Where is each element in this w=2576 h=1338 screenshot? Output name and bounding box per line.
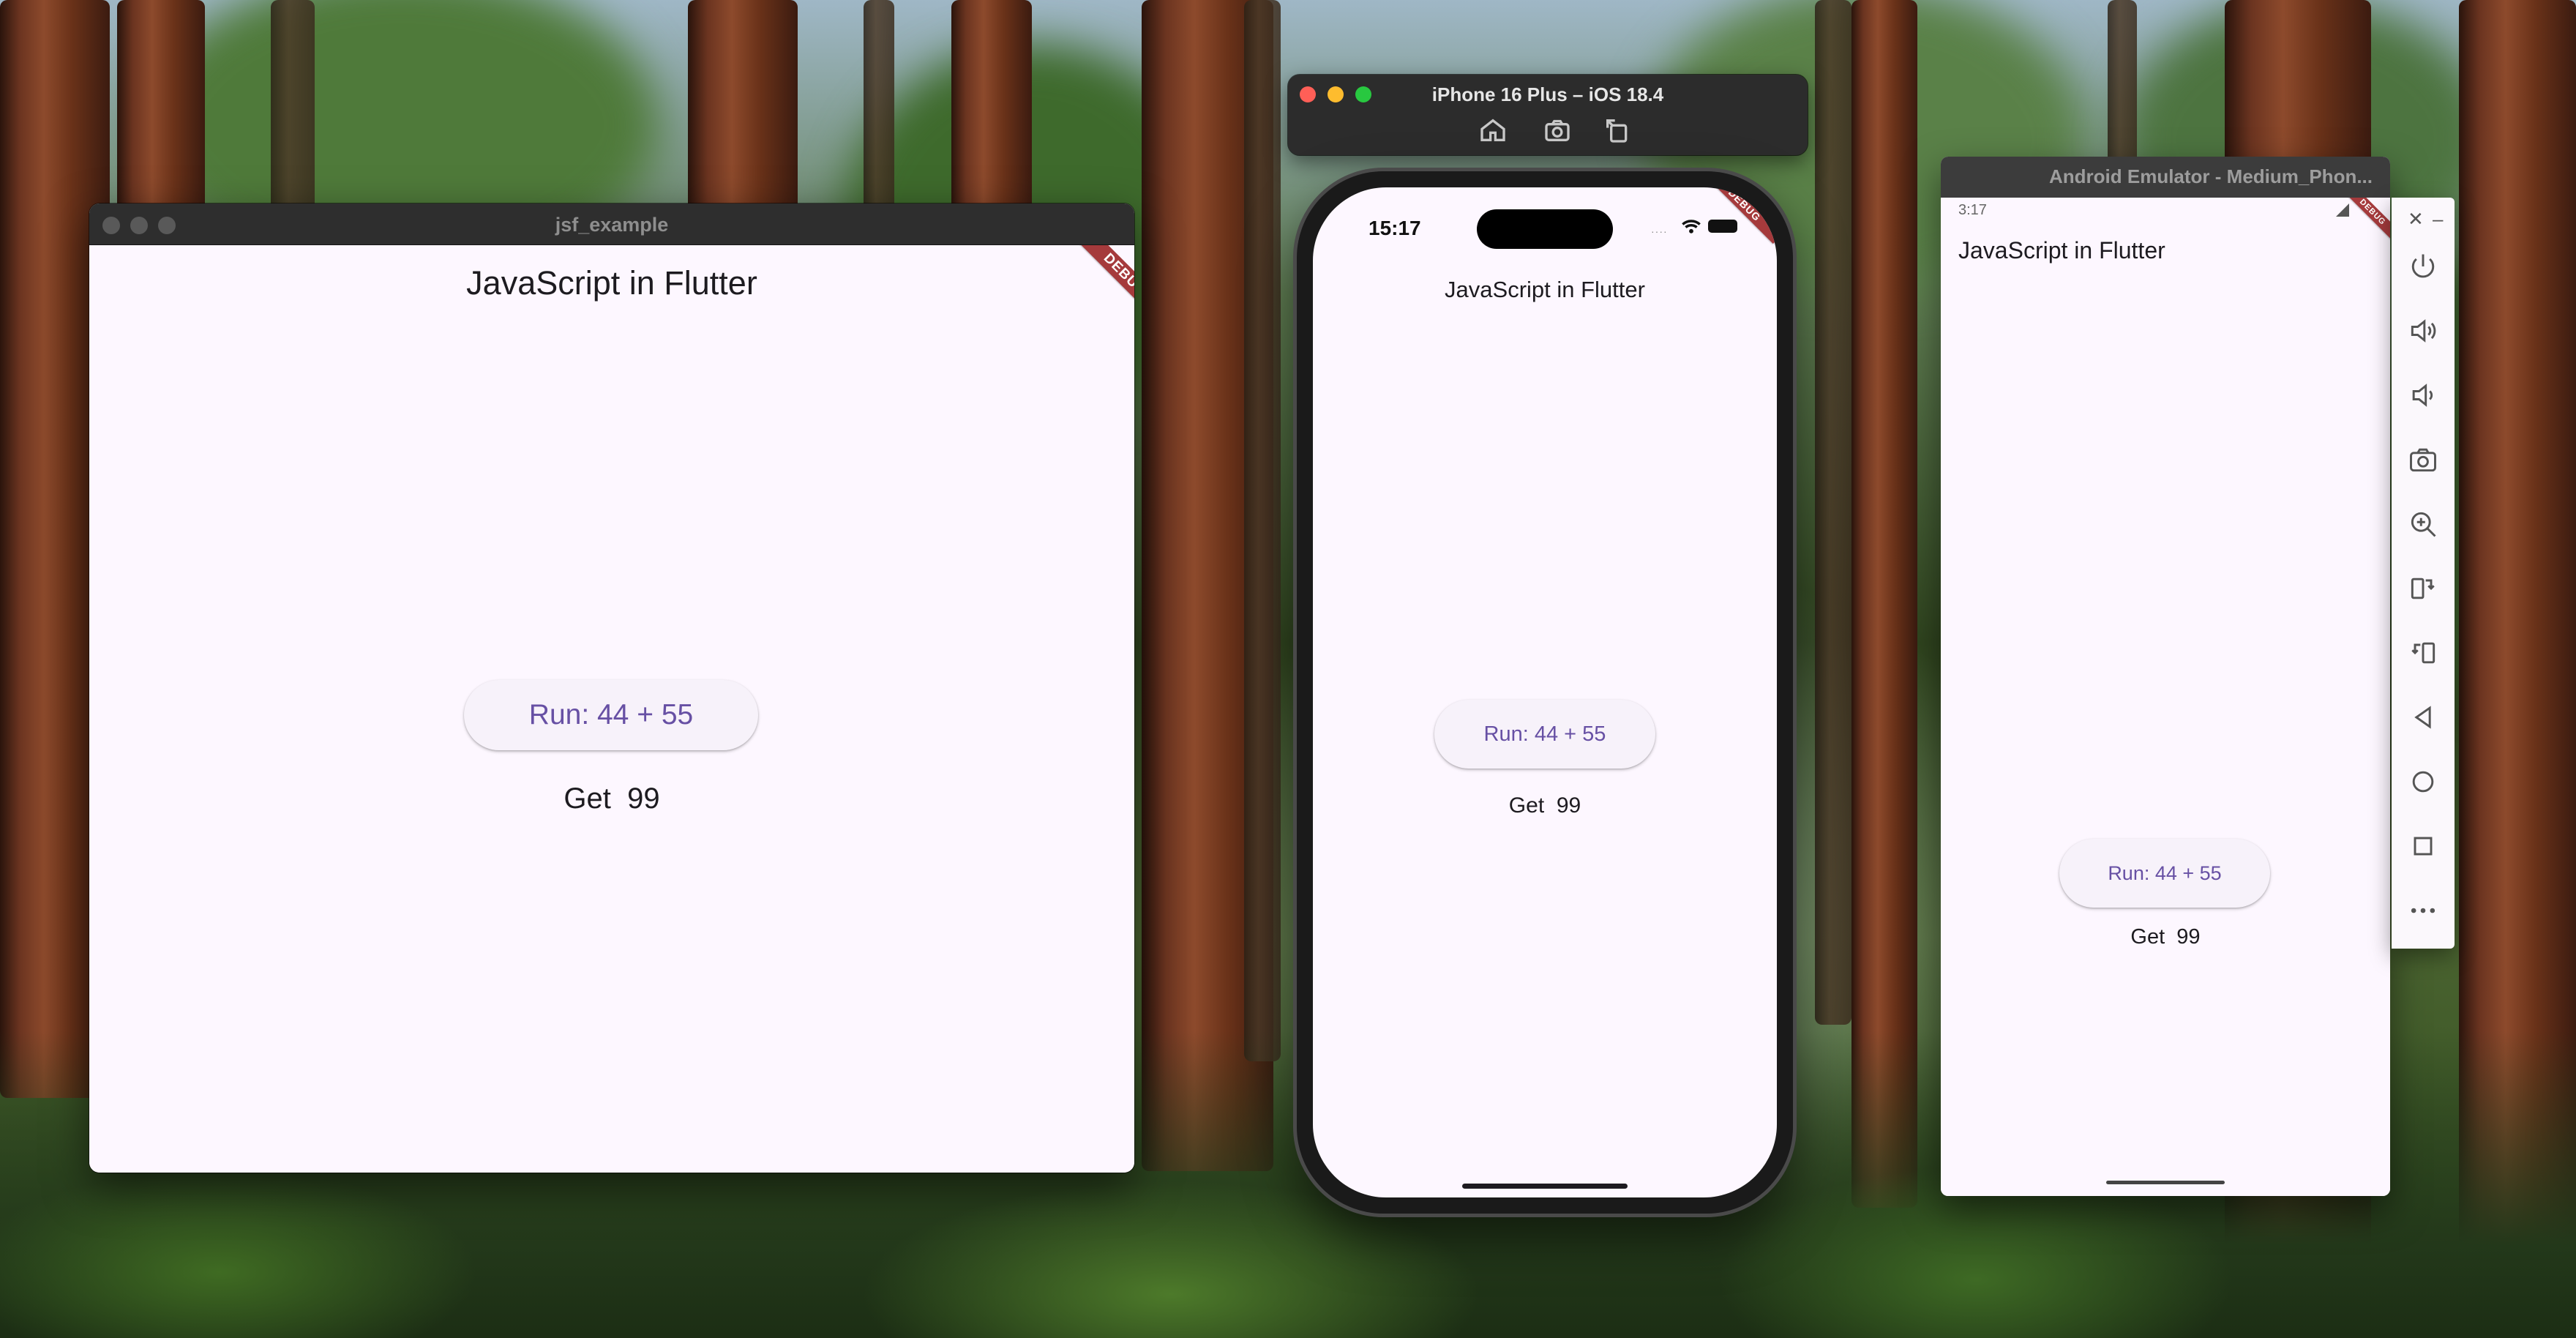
result-text: Get 99: [1941, 925, 2390, 949]
result-value: 99: [2176, 925, 2201, 949]
signal-icon: [2336, 203, 2349, 217]
status-time: 3:17: [1958, 202, 1987, 218]
run-js-button[interactable]: Run: 44 + 55: [2059, 839, 2270, 908]
result-label: Get: [2130, 925, 2165, 949]
result-value: 99: [1556, 793, 1581, 818]
run-js-button[interactable]: Run: 44 + 55: [464, 680, 758, 750]
debug-banner: DEBUG: [2342, 198, 2390, 243]
volume-up-icon[interactable]: [2403, 310, 2444, 351]
home-icon[interactable]: [2403, 761, 2444, 802]
home-icon[interactable]: [1478, 116, 1508, 145]
rotate-left-icon[interactable]: [2403, 568, 2444, 609]
battery-icon: [1708, 220, 1737, 233]
result-label: Get: [564, 782, 611, 815]
camera-icon[interactable]: [2403, 439, 2444, 480]
more-icon[interactable]: [2403, 890, 2444, 931]
zoom-icon[interactable]: [2403, 504, 2444, 545]
gesture-nav-bar[interactable]: [2106, 1181, 2225, 1184]
ios-simulator-toolbar[interactable]: iPhone 16 Plus – iOS 18.4: [1288, 75, 1808, 155]
volume-down-icon[interactable]: [2403, 375, 2444, 416]
simulator-title: iPhone 16 Plus – iOS 18.4: [1431, 83, 1664, 105]
window-titlebar[interactable]: Android Emulator - Medium_Phon...: [1941, 157, 2390, 198]
ios-screen: 15:17 ···· DEBUG JavaScript in Flutter R…: [1313, 187, 1777, 1197]
minimize-icon[interactable]: –: [2433, 208, 2443, 231]
app-bar-title: JavaScript in Flutter: [1958, 237, 2165, 264]
flutter-app-content: JavaScript in Flutter Run: 44 + 55 Get 9…: [89, 245, 1134, 1173]
android-screen: 3:17 DEBUG JavaScript in Flutter Run: 44…: [1941, 198, 2390, 1196]
result-value: 99: [627, 782, 660, 815]
window-title: jsf_example: [555, 214, 669, 236]
iphone-device-frame: 15:17 ···· DEBUG JavaScript in Flutter R…: [1297, 171, 1793, 1214]
app-bar-title: JavaScript in Flutter: [1445, 277, 1645, 302]
screenshot-icon[interactable]: [1543, 116, 1572, 145]
home-indicator[interactable]: [1462, 1184, 1628, 1189]
wifi-icon: [1680, 217, 1702, 241]
macos-app-window: jsf_example JavaScript in Flutter Run: 4…: [89, 203, 1134, 1173]
rotate-icon[interactable]: [1603, 116, 1632, 145]
android-emulator-window: Android Emulator - Medium_Phon... 3:17 D…: [1941, 157, 2390, 1196]
back-icon[interactable]: [2403, 697, 2444, 738]
debug-banner: DEBUG: [1705, 187, 1777, 244]
cellular-icon: ····: [1651, 225, 1668, 237]
emulator-sidebar: ✕ –: [2392, 198, 2455, 949]
run-js-button[interactable]: Run: 44 + 55: [1434, 700, 1655, 769]
power-icon[interactable]: [2403, 246, 2444, 287]
app-bar-title: JavaScript in Flutter: [466, 264, 757, 302]
overview-icon[interactable]: [2403, 826, 2444, 867]
close-icon[interactable]: ✕: [2408, 208, 2424, 231]
result-text: Get 99: [1313, 793, 1777, 818]
rotate-right-icon[interactable]: [2403, 632, 2444, 673]
status-time: 15:17: [1368, 217, 1421, 239]
window-titlebar[interactable]: jsf_example: [89, 203, 1134, 245]
emulator-title: Android Emulator - Medium_Phon...: [2049, 165, 2373, 187]
result-label: Get: [1508, 793, 1545, 818]
result-text: Get 99: [89, 782, 1134, 815]
dynamic-island: [1477, 209, 1613, 249]
